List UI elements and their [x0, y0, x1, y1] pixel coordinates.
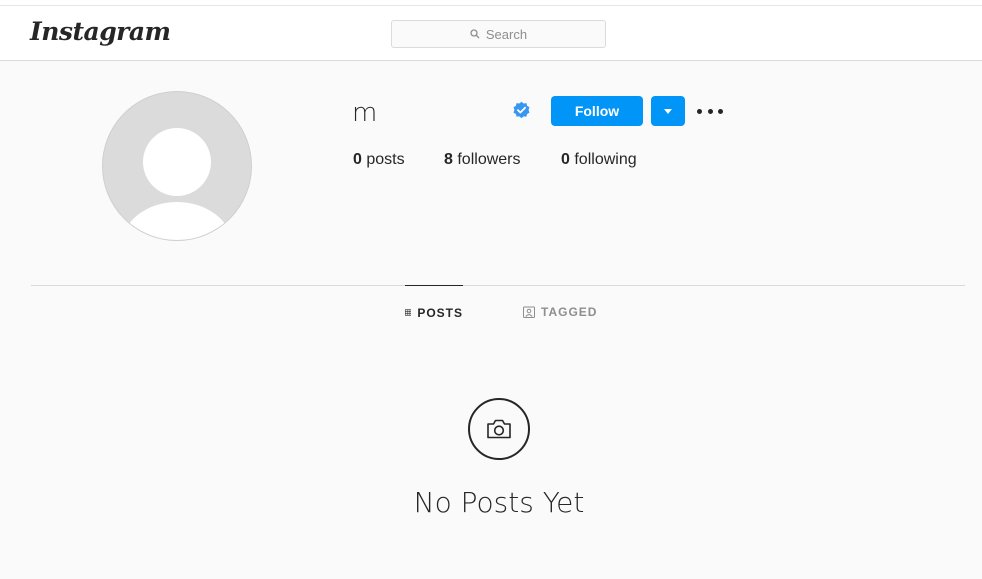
tab-tagged-label: TAGGED — [541, 305, 598, 319]
tagged-icon — [523, 306, 535, 318]
more-options-button[interactable] — [697, 103, 723, 119]
posts-label: posts — [366, 151, 405, 168]
profile-username: m — [352, 98, 378, 128]
more-dot-icon — [707, 108, 713, 114]
search-icon — [470, 29, 480, 39]
more-dot-icon — [718, 108, 723, 114]
following-stat[interactable]: 0 following — [561, 151, 637, 169]
more-dot-icon — [697, 108, 702, 114]
tab-tagged[interactable]: TAGGED — [523, 285, 597, 339]
empty-state-text: No Posts Yet — [413, 486, 585, 519]
suggested-dropdown-button[interactable] — [651, 96, 685, 126]
tab-posts[interactable]: POSTS — [405, 285, 463, 339]
camera-icon — [487, 419, 511, 439]
top-navbar: Instagram Search — [0, 6, 982, 61]
following-count: 0 — [561, 151, 570, 168]
search-input[interactable]: Search — [391, 20, 606, 48]
follow-button[interactable]: Follow — [551, 96, 643, 126]
tab-posts-label: POSTS — [417, 305, 463, 320]
avatar-body-shape — [121, 202, 233, 240]
avatar-head-shape — [143, 128, 211, 196]
avatar — [102, 91, 252, 241]
search-placeholder: Search — [485, 26, 528, 42]
followers-label: followers — [457, 151, 521, 168]
empty-state-camera-circle — [468, 398, 530, 460]
verified-badge-icon — [513, 101, 530, 119]
posts-stat: 0 posts — [353, 151, 405, 169]
following-label: following — [574, 151, 637, 168]
followers-stat[interactable]: 8 followers — [444, 151, 521, 169]
followers-count: 8 — [444, 151, 453, 168]
profile-divider — [31, 285, 965, 286]
caret-down-icon — [664, 108, 672, 114]
grid-icon — [405, 309, 412, 316]
posts-count: 0 — [353, 151, 362, 168]
instagram-logo[interactable]: Instagram — [30, 17, 171, 46]
